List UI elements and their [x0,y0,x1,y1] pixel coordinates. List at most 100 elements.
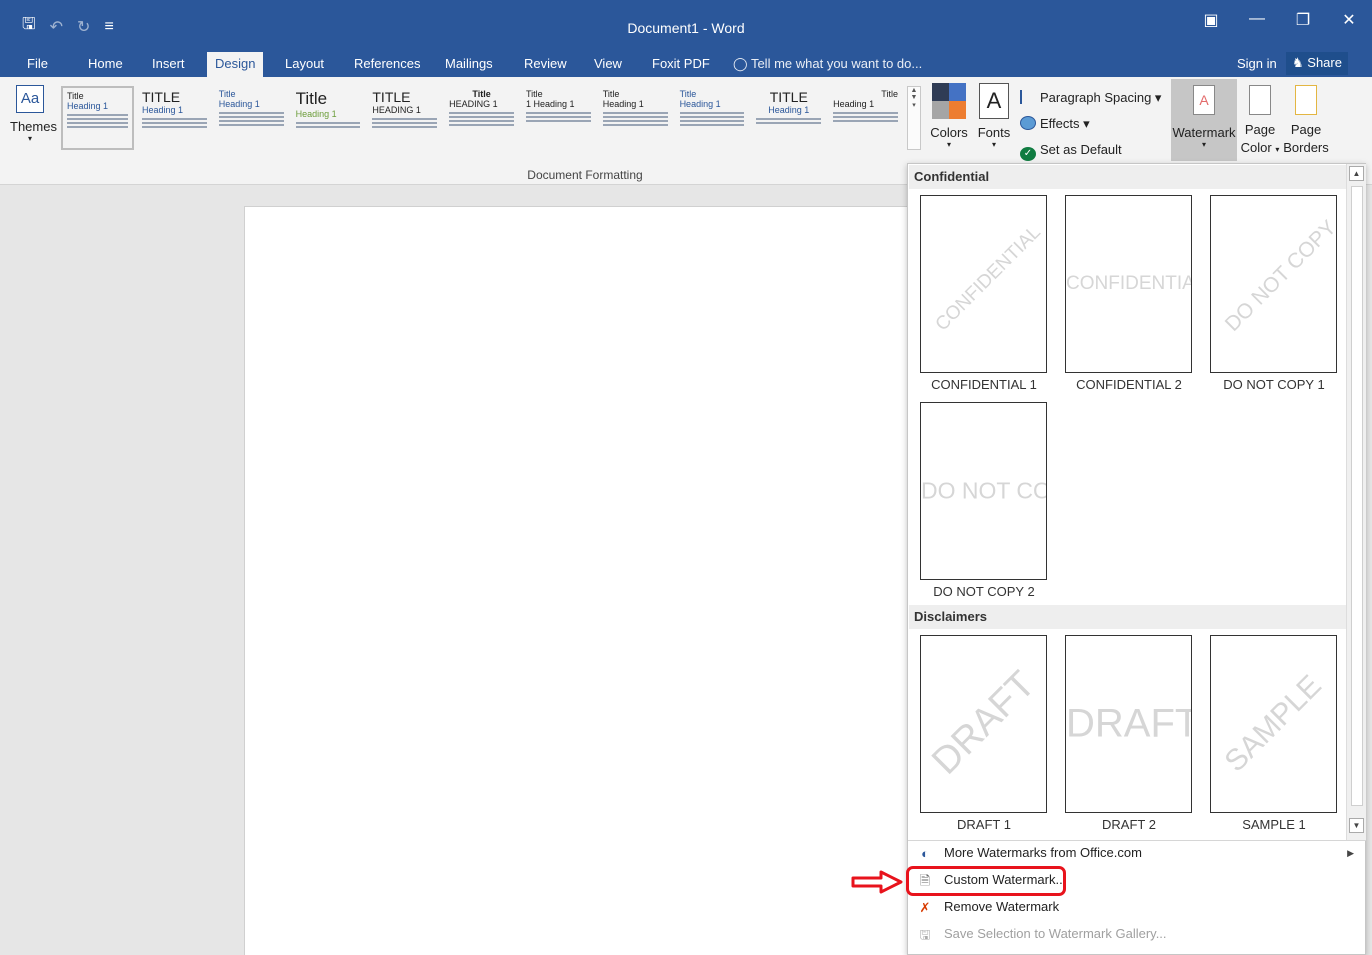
style-set-item[interactable]: TITLE HEADING 1 [368,86,442,150]
page-color-icon [1249,85,1271,115]
watermark-do-not-copy-1[interactable]: DO NOT COPY DO NOT COPY 1 [1206,195,1337,410]
custom-watermark-highlight [906,866,1066,896]
style-title: Title [602,89,620,99]
tab-file[interactable]: File [27,54,48,77]
style-title: Title [67,91,84,101]
watermark-preview-text: CONFIDENTIAL [1066,273,1192,294]
style-title: TITLE [141,89,181,105]
watermark-caption: DRAFT 1 [957,817,1011,832]
style-set-item[interactable]: Title Heading 1 [291,86,365,150]
page-borders-button[interactable]: Page Borders [1283,85,1329,157]
themes-label: Themes [10,119,57,134]
style-set-item[interactable]: Title Heading 1 [675,86,749,150]
watermark-caption: CONFIDENTIAL 2 [1076,377,1182,392]
menu-divider [908,840,1366,841]
gallery-scrollbar[interactable]: ▲ ▼ [1346,164,1366,840]
watermark-preview-text: CONFIDENTIAL [931,221,1045,336]
section-header-confidential: Confidential [909,165,1347,189]
style-set-item[interactable]: Title Heading 1 [598,86,672,150]
fonts-icon: A [979,83,1009,119]
style-set-item[interactable]: Title HEADING 1 [445,86,518,150]
colors-button[interactable]: Colors ▾ [929,83,969,149]
gallery-scroll[interactable]: ▲ ▼ ▾ [907,86,921,150]
tab-home[interactable]: Home [88,54,123,77]
menu-remove-watermark[interactable]: ✗ Remove Watermark [914,896,1360,920]
tab-view[interactable]: View [594,54,622,77]
style-heading: 1 Heading 1 [525,99,575,109]
themes-button[interactable]: Aa Themes ▾ [10,85,57,143]
style-heading: Heading 1 [602,99,644,109]
tab-layout[interactable]: Layout [285,54,324,77]
chevron-down-icon: ▾ [1275,145,1280,154]
style-title: Title [525,89,543,99]
chevron-down-icon: ▾ [27,134,32,143]
chevron-down-icon: ▾ [1201,140,1206,149]
save-to-gallery-icon: 🖫 [919,927,931,942]
menu-label: More Watermarks from Office.com [944,845,1142,860]
restore-icon[interactable]: ❐ [1280,10,1326,30]
close-icon[interactable]: ✕ [1326,10,1372,30]
style-set-item[interactable]: TITLE Heading 1 [752,86,826,150]
sign-in-link[interactable]: Sign in [1237,54,1277,73]
watermark-preview-text: SAMPLE [1218,668,1328,779]
watermark-do-not-copy-2[interactable]: DO NOT COPY DO NOT COPY 2 [916,402,1047,617]
watermark-caption: CONFIDENTIAL 1 [931,377,1037,392]
ribbon-display-icon[interactable]: ▣ [1188,10,1234,30]
colors-palette-icon [932,83,966,119]
tab-review[interactable]: Review [524,54,567,77]
tell-me-box[interactable]: ◯ Tell me what you want to do... [733,54,922,73]
style-set-item[interactable]: TITLE Heading 1 [137,86,211,150]
tab-mailings[interactable]: Mailings [445,54,493,77]
watermark-confidential-2[interactable]: CONFIDENTIAL CONFIDENTIAL 2 [1061,195,1192,410]
style-title: Title [218,89,236,99]
watermark-preview-text: DRAFT [1066,701,1192,746]
watermark-draft-2[interactable]: DRAFT DRAFT 2 [1061,635,1192,850]
style-set-item[interactable]: Title 1 Heading 1 [521,86,595,150]
scroll-up-icon[interactable]: ▲ [1349,166,1364,181]
title-bar: 🖫 ↶ ↻ ≡ Document1 - Word ▣ — ❐ ✕ [0,0,1372,50]
style-set-item[interactable]: Title Heading 1 [829,86,902,150]
page-color-label-2: Color [1240,140,1272,155]
tab-references[interactable]: References [354,54,420,77]
fonts-button[interactable]: A Fonts ▾ [976,83,1012,149]
style-title: TITLE [372,89,411,105]
effects-button[interactable]: Effects ▾ [1020,111,1161,137]
paragraph-spacing-label: Paragraph Spacing [1040,90,1152,105]
minimize-icon[interactable]: — [1234,10,1280,30]
watermark-gallery-panel: Confidential CONFIDENTIAL CONFIDENTIAL 1… [907,163,1366,955]
watermark-thumbnail: DO NOT COPY [1210,195,1337,373]
style-heading: Heading 1 [679,99,721,109]
paragraph-spacing-button[interactable]: Paragraph Spacing ▾ [1020,85,1161,111]
page-borders-label-2: Borders [1283,140,1329,155]
watermark-sample-1[interactable]: SAMPLE SAMPLE 1 [1206,635,1337,850]
tab-foxit-pdf[interactable]: Foxit PDF [652,54,710,77]
watermark-thumbnail: CONFIDENTIAL [1065,195,1192,373]
scroll-thumb[interactable] [1351,186,1363,806]
watermark-caption: DRAFT 2 [1102,817,1156,832]
theme-options: Paragraph Spacing ▾ Effects ▾ ✓ Set as De… [1020,85,1161,163]
tab-design[interactable]: Design [207,52,264,79]
menu-label: Save Selection to Watermark Gallery... [944,926,1167,941]
watermark-thumbnail: CONFIDENTIAL [920,195,1047,373]
share-button[interactable]: ♞ Share [1286,52,1348,75]
watermark-draft-1[interactable]: DRAFT DRAFT 1 [916,635,1047,850]
ribbon-tabs: File Home Insert Design Layout Reference… [0,50,1372,79]
remove-watermark-icon: ✗ [919,900,931,915]
watermark-thumbnail: DRAFT [1065,635,1192,813]
set-as-default-button[interactable]: ✓ Set as Default [1020,137,1161,163]
page-color-label: Page [1244,122,1276,137]
tab-insert[interactable]: Insert [152,54,185,77]
watermark-button[interactable]: A Watermark ▾ [1171,79,1237,161]
style-title: Title [881,89,898,99]
style-set-item[interactable]: Title Heading 1 [214,86,288,150]
menu-more-watermarks[interactable]: ◐ More Watermarks from Office.com ▶ [914,842,1360,866]
style-title: Title [472,89,491,99]
page-color-button[interactable]: Page Color ▾ [1240,85,1280,159]
style-set-item[interactable]: Title Heading 1 [61,86,134,150]
watermark-confidential-1[interactable]: CONFIDENTIAL CONFIDENTIAL 1 [916,195,1047,410]
style-heading: Heading 1 [67,101,109,111]
watermark-thumbnail: DRAFT [920,635,1047,813]
menu-label: Remove Watermark [944,899,1060,914]
watermark-thumbnail: DO NOT COPY [920,402,1047,580]
scroll-down-icon[interactable]: ▼ [1349,818,1364,833]
